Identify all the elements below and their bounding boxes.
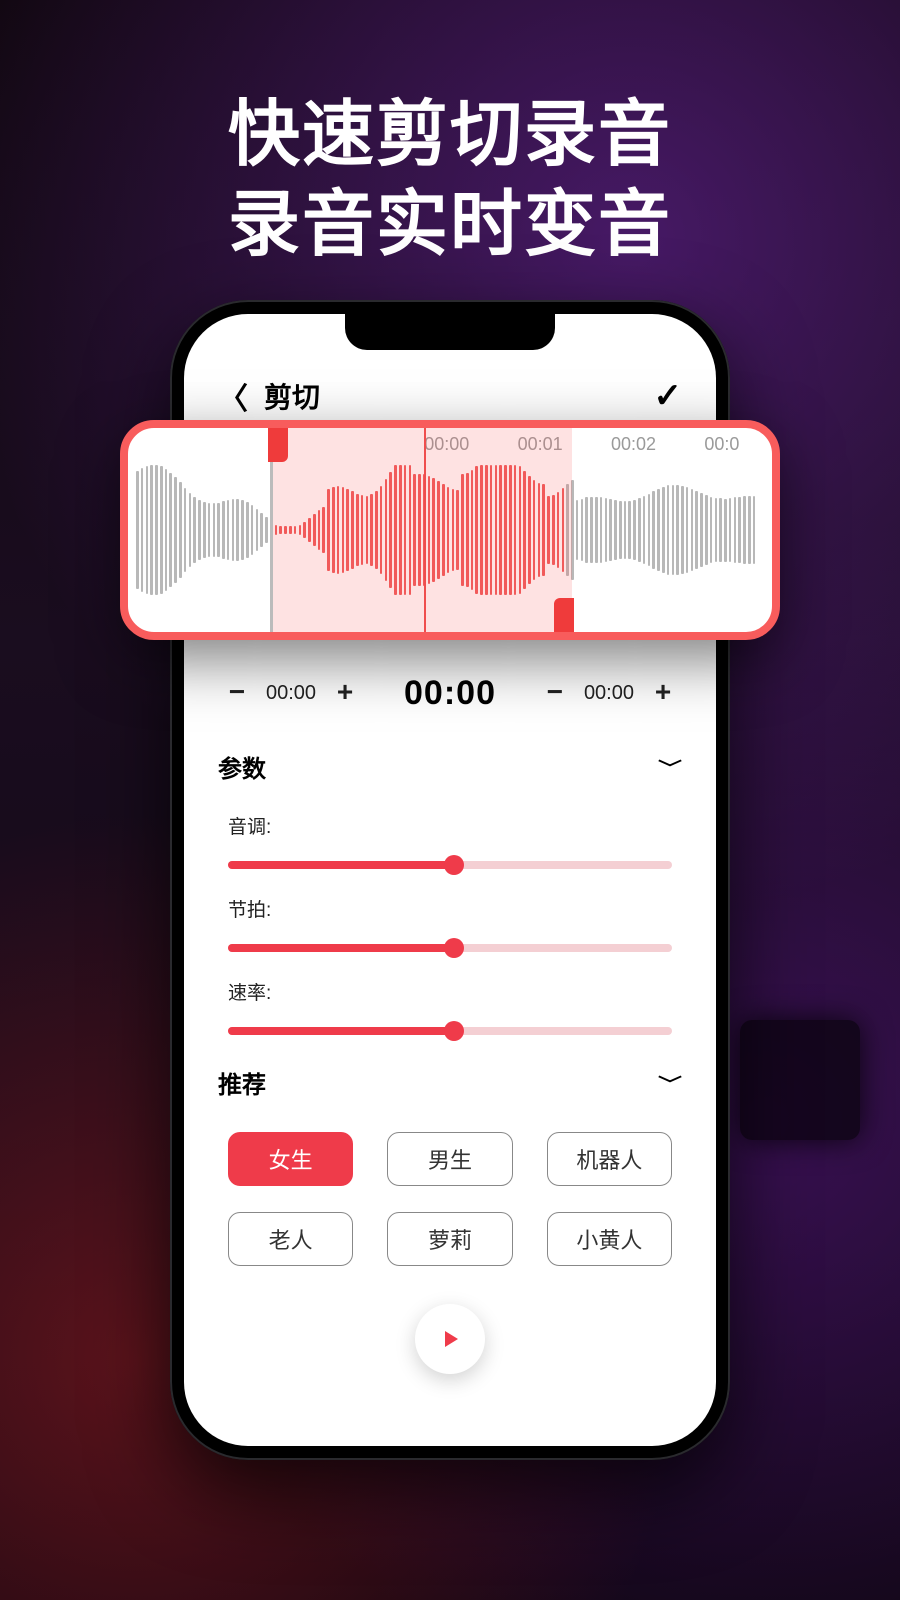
end-time-value: 00:00	[584, 682, 634, 705]
start-minus-button[interactable]: −	[222, 679, 252, 709]
waveform-selection[interactable]	[270, 428, 573, 632]
end-plus-button[interactable]: +	[648, 679, 678, 709]
params-section-title: 参数	[218, 749, 266, 784]
presets-section-title: 推荐	[218, 1065, 266, 1100]
pitch-slider-thumb[interactable]	[444, 855, 464, 875]
current-time-value: 00:00	[404, 674, 496, 713]
pitch-param: 音调:	[184, 790, 716, 873]
timeline-tick: 00:0	[704, 434, 739, 455]
waveform-editor[interactable]: 00:0000:0100:0200:0	[120, 420, 780, 640]
preset-chips: 女生男生机器人老人萝莉小黄人	[184, 1106, 716, 1276]
time-steppers-row: − 00:00 + 00:00 − 00:00 +	[184, 652, 716, 723]
play-icon	[438, 1327, 462, 1351]
timeline-tick: 00:02	[611, 434, 656, 455]
tempo-slider-thumb[interactable]	[444, 938, 464, 958]
start-time-stepper: − 00:00 +	[222, 679, 360, 709]
pitch-slider[interactable]	[228, 861, 672, 869]
start-time-value: 00:00	[266, 682, 316, 705]
params-section-header[interactable]: 参数 ﹀	[184, 723, 716, 790]
rate-slider-thumb[interactable]	[444, 1021, 464, 1041]
preset-chip-0[interactable]: 女生	[228, 1132, 353, 1186]
preset-chip-2[interactable]: 机器人	[547, 1132, 672, 1186]
selection-start-handle[interactable]	[268, 428, 288, 462]
preset-chip-3[interactable]: 老人	[228, 1212, 353, 1266]
tempo-label: 节拍:	[228, 895, 672, 922]
selection-end-handle[interactable]	[554, 598, 574, 632]
rate-slider[interactable]	[228, 1027, 672, 1035]
back-icon[interactable]: 〈	[218, 374, 248, 418]
rate-param: 速率:	[184, 956, 716, 1039]
rate-label: 速率:	[228, 978, 672, 1005]
play-button[interactable]	[415, 1304, 485, 1374]
start-plus-button[interactable]: +	[330, 679, 360, 709]
headline-line-1: 快速剪切录音	[0, 90, 900, 180]
end-minus-button[interactable]: −	[540, 679, 570, 709]
preset-chip-5[interactable]: 小黄人	[547, 1212, 672, 1266]
waveform-midline	[424, 428, 426, 632]
confirm-icon[interactable]: ✓	[654, 376, 683, 416]
presets-section-header[interactable]: 推荐 ﹀	[184, 1039, 716, 1106]
end-time-stepper: − 00:00 +	[540, 679, 678, 709]
promo-headline: 快速剪切录音 录音实时变音	[0, 90, 900, 270]
page-title: 剪切	[264, 376, 320, 416]
tempo-param: 节拍:	[184, 873, 716, 956]
preset-chip-4[interactable]: 萝莉	[387, 1212, 512, 1266]
headline-line-2: 录音实时变音	[0, 180, 900, 270]
tempo-slider[interactable]	[228, 944, 672, 952]
chevron-down-icon: ﹀	[658, 754, 682, 779]
phone-notch	[345, 314, 555, 350]
chevron-down-icon: ﹀	[658, 1070, 682, 1095]
pitch-label: 音调:	[228, 812, 672, 839]
preset-chip-1[interactable]: 男生	[387, 1132, 512, 1186]
